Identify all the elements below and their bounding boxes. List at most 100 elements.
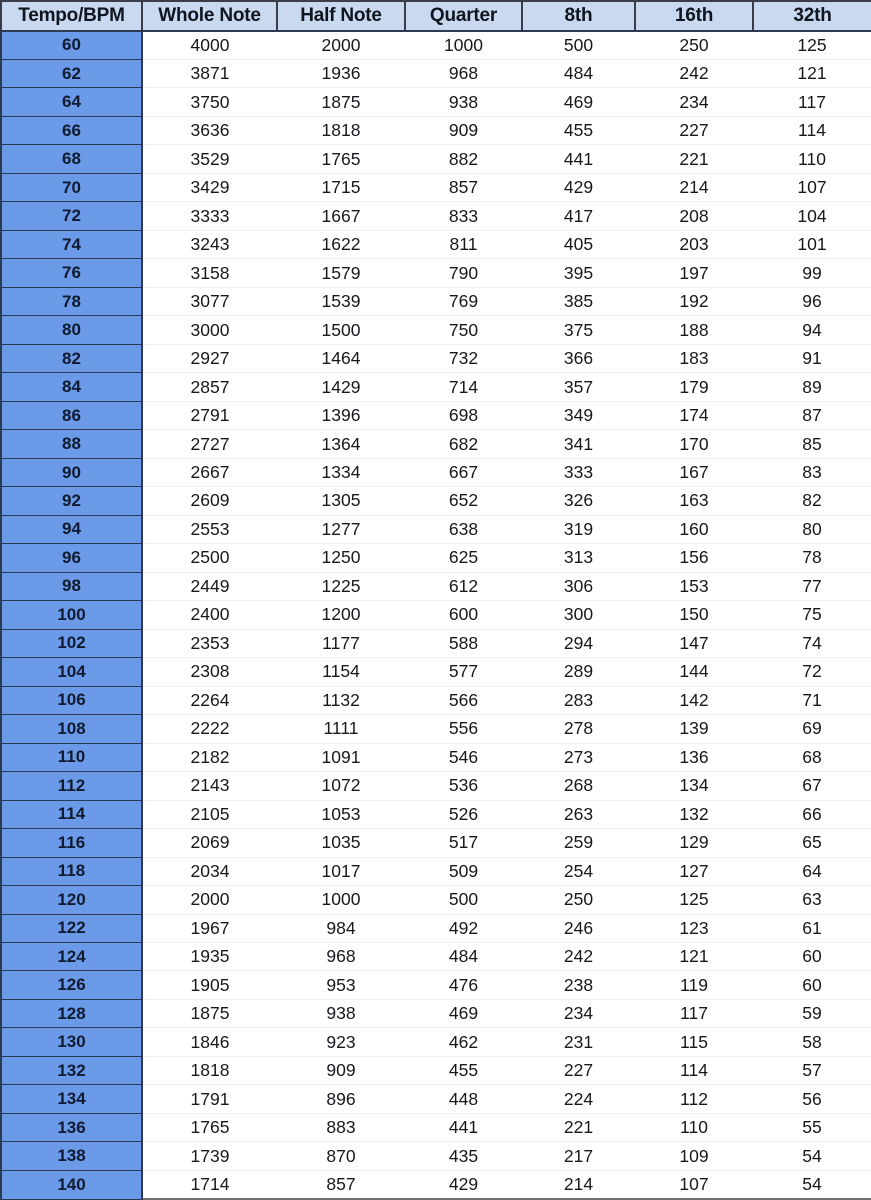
bpm-cell: 138 [0, 1141, 143, 1171]
bpm-cell: 102 [0, 628, 143, 659]
duration-cell-half: 1053 [277, 799, 405, 830]
duration-cell-sixteenth: 188 [635, 315, 753, 345]
table-row: 86 2791 1396 698 349 174 87 [0, 400, 871, 431]
table-row: 60 4000 2000 1000 500 250 125 [0, 30, 871, 60]
duration-cell-thirtysecond: 54 [753, 1169, 871, 1200]
bpm-cell: 140 [0, 1169, 143, 1200]
duration-cell-half: 923 [277, 1027, 405, 1057]
duration-cell-sixteenth: 183 [635, 343, 753, 374]
duration-cell-sixteenth: 174 [635, 400, 753, 431]
column-header-quarter[interactable]: Quarter [404, 0, 523, 32]
duration-cell-thirtysecond: 96 [753, 286, 871, 317]
bpm-cell: 108 [0, 714, 143, 744]
duration-cell-thirtysecond: 68 [753, 742, 871, 773]
table-row: 128 1875 938 469 234 117 59 [0, 998, 871, 1029]
duration-cell-thirtysecond: 63 [753, 885, 871, 915]
duration-cell-whole: 2308 [142, 657, 277, 687]
duration-cell-whole: 1846 [142, 1027, 277, 1057]
duration-cell-whole: 1791 [142, 1084, 277, 1114]
bpm-cell: 66 [0, 115, 143, 146]
duration-cell-thirtysecond: 94 [753, 315, 871, 345]
duration-cell-quarter: 455 [405, 1055, 522, 1086]
duration-cell-sixteenth: 153 [635, 571, 753, 602]
table-row: 76 3158 1579 790 395 197 99 [0, 258, 871, 288]
bpm-cell: 74 [0, 229, 143, 260]
duration-cell-sixteenth: 123 [635, 913, 753, 944]
duration-cell-quarter: 612 [405, 571, 522, 602]
table-row: 130 1846 923 462 231 115 58 [0, 1027, 871, 1057]
table-row: 88 2727 1364 682 341 170 85 [0, 429, 871, 459]
duration-cell-half: 953 [277, 970, 405, 1000]
table-row: 124 1935 968 484 242 121 60 [0, 941, 871, 972]
tempo-note-duration-table: Tempo/BPM Whole Note Half Note Quarter 8… [0, 0, 871, 1200]
duration-cell-half: 1225 [277, 571, 405, 602]
duration-cell-half: 1765 [277, 144, 405, 174]
column-header-8th[interactable]: 8th [521, 0, 636, 32]
duration-cell-quarter: 833 [405, 201, 522, 231]
duration-cell-thirtysecond: 71 [753, 685, 871, 716]
duration-cell-sixteenth: 208 [635, 201, 753, 231]
duration-cell-sixteenth: 112 [635, 1084, 753, 1114]
duration-cell-thirtysecond: 83 [753, 457, 871, 488]
duration-cell-sixteenth: 139 [635, 714, 753, 744]
duration-cell-sixteenth: 203 [635, 229, 753, 260]
duration-cell-sixteenth: 163 [635, 486, 753, 516]
duration-cell-eighth: 306 [522, 571, 635, 602]
duration-cell-half: 1132 [277, 685, 405, 716]
duration-cell-eighth: 366 [522, 343, 635, 374]
duration-cell-sixteenth: 127 [635, 856, 753, 887]
duration-cell-half: 1200 [277, 600, 405, 630]
duration-cell-half: 1154 [277, 657, 405, 687]
duration-cell-thirtysecond: 121 [753, 58, 871, 89]
bpm-cell: 96 [0, 543, 143, 573]
duration-cell-quarter: 441 [405, 1112, 522, 1143]
duration-cell-whole: 2143 [142, 771, 277, 801]
column-header-half-note[interactable]: Half Note [276, 0, 406, 32]
duration-cell-whole: 1967 [142, 913, 277, 944]
duration-cell-eighth: 357 [522, 372, 635, 402]
duration-cell-sixteenth: 115 [635, 1027, 753, 1057]
duration-cell-half: 1667 [277, 201, 405, 231]
duration-cell-sixteenth: 242 [635, 58, 753, 89]
bpm-cell: 134 [0, 1084, 143, 1114]
duration-cell-half: 1072 [277, 771, 405, 801]
duration-cell-eighth: 246 [522, 913, 635, 944]
duration-cell-half: 1305 [277, 486, 405, 516]
bpm-cell: 122 [0, 913, 143, 944]
duration-cell-eighth: 385 [522, 286, 635, 317]
duration-cell-whole: 2667 [142, 457, 277, 488]
column-header-32th[interactable]: 32th [752, 0, 871, 32]
duration-cell-thirtysecond: 110 [753, 144, 871, 174]
table-row: 134 1791 896 448 224 112 56 [0, 1084, 871, 1114]
column-header-whole-note[interactable]: Whole Note [141, 0, 278, 32]
duration-cell-half: 984 [277, 913, 405, 944]
duration-cell-sixteenth: 117 [635, 998, 753, 1029]
table-row: 106 2264 1132 566 283 142 71 [0, 685, 871, 716]
duration-cell-whole: 2105 [142, 799, 277, 830]
duration-cell-half: 1715 [277, 172, 405, 203]
duration-cell-thirtysecond: 87 [753, 400, 871, 431]
bpm-cell: 68 [0, 144, 143, 174]
duration-cell-thirtysecond: 117 [753, 87, 871, 117]
table-row: 68 3529 1765 882 441 221 110 [0, 144, 871, 174]
duration-cell-thirtysecond: 75 [753, 600, 871, 630]
duration-cell-half: 1818 [277, 115, 405, 146]
bpm-cell: 132 [0, 1055, 143, 1086]
table-row: 64 3750 1875 938 469 234 117 [0, 87, 871, 117]
duration-cell-sixteenth: 192 [635, 286, 753, 317]
duration-cell-thirtysecond: 99 [753, 258, 871, 288]
table-row: 94 2553 1277 638 319 160 80 [0, 514, 871, 545]
column-header-bpm[interactable]: Tempo/BPM [0, 0, 143, 32]
column-header-16th[interactable]: 16th [634, 0, 754, 32]
table-row: 92 2609 1305 652 326 163 82 [0, 486, 871, 516]
table-row: 70 3429 1715 857 429 214 107 [0, 172, 871, 203]
table-row: 102 2353 1177 588 294 147 74 [0, 628, 871, 659]
duration-cell-whole: 1875 [142, 998, 277, 1029]
duration-cell-sixteenth: 250 [635, 30, 753, 60]
bpm-cell: 124 [0, 941, 143, 972]
duration-cell-sixteenth: 147 [635, 628, 753, 659]
duration-cell-whole: 2222 [142, 714, 277, 744]
duration-cell-quarter: 566 [405, 685, 522, 716]
duration-cell-quarter: 732 [405, 343, 522, 374]
duration-cell-whole: 1765 [142, 1112, 277, 1143]
